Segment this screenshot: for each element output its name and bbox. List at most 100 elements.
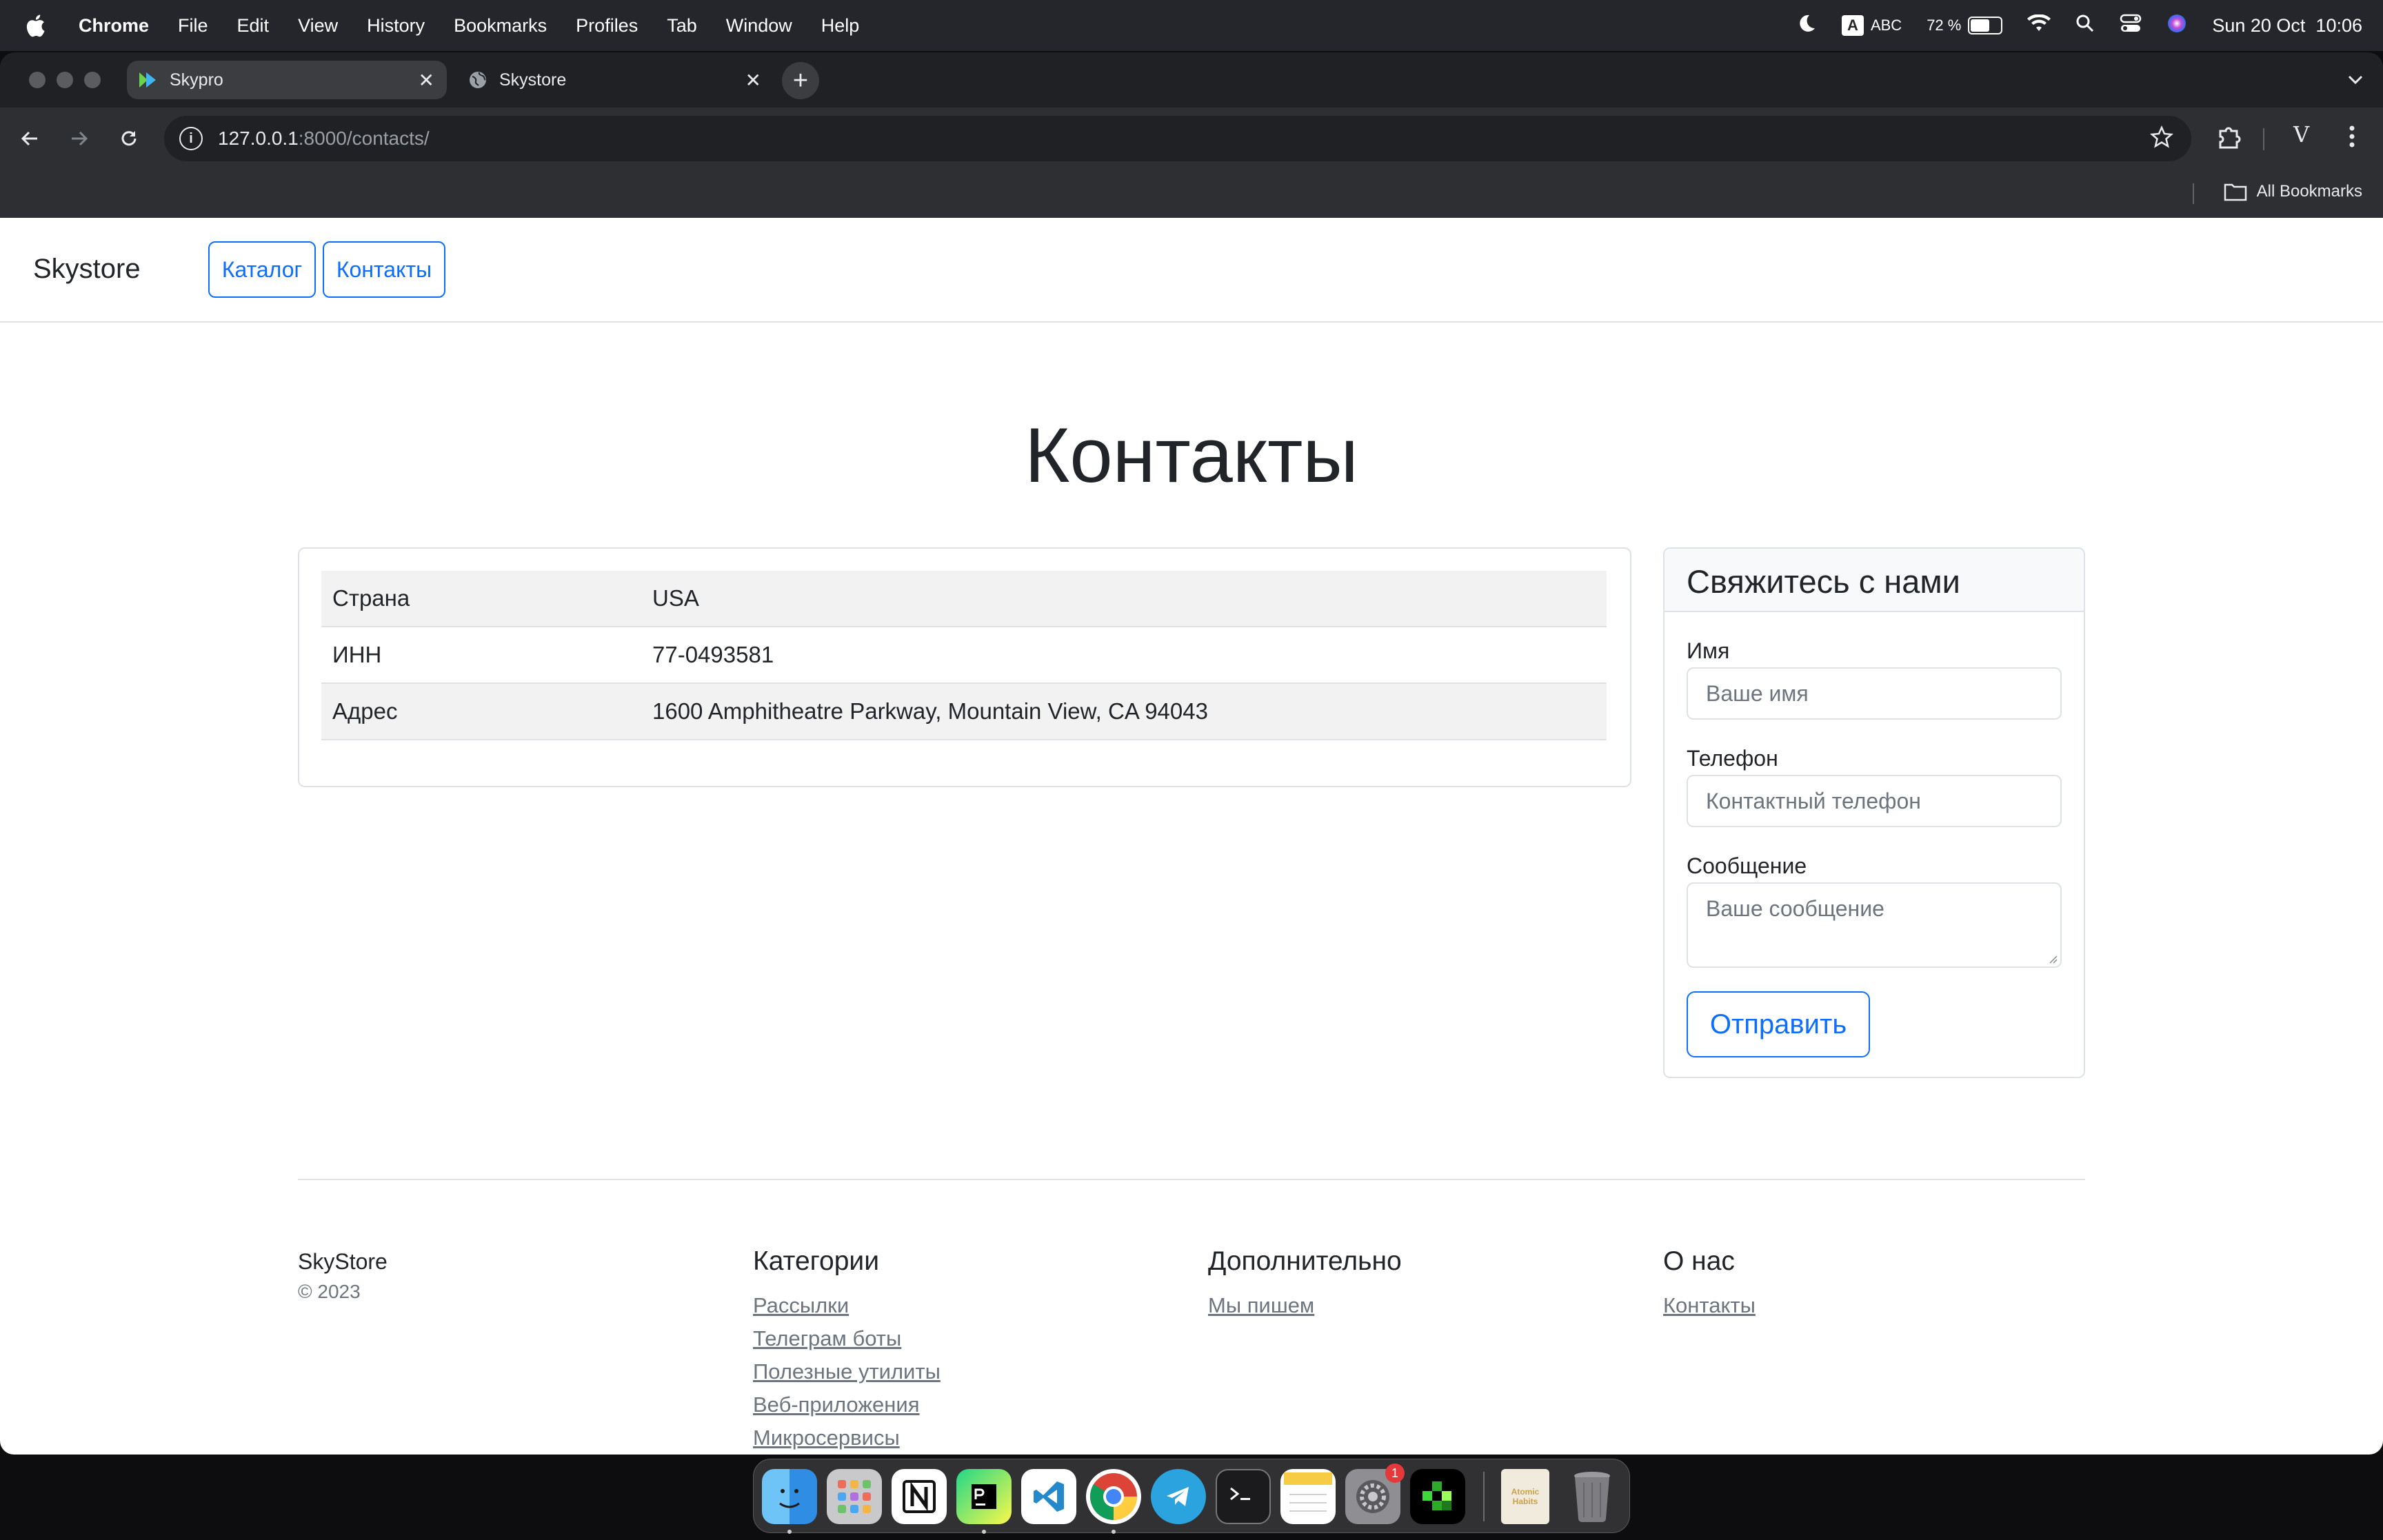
info-key: Страна — [321, 571, 641, 627]
new-tab-button[interactable]: + — [782, 62, 819, 99]
address-url[interactable]: 127.0.0.1:8000/contacts/ — [218, 128, 430, 150]
chrome-icon[interactable] — [1086, 1469, 1141, 1524]
running-indicator — [982, 1530, 986, 1534]
menu-app-name[interactable]: Chrome — [79, 15, 149, 37]
macos-menubar: Chrome File Edit View History Bookmarks … — [0, 0, 2383, 51]
tab-close-icon[interactable]: ✕ — [419, 69, 434, 92]
control-center-icon[interactable] — [2120, 14, 2142, 38]
table-row: Страна USA — [321, 571, 1607, 627]
footer-link-web-apps[interactable]: Веб-приложения — [753, 1392, 920, 1417]
message-textarea[interactable]: Ваше сообщение — [1687, 882, 2062, 968]
green-app-icon[interactable] — [1410, 1469, 1465, 1524]
tab-strip: Skypro ✕ Skystore ✕ + — [0, 52, 2383, 108]
bookmark-star-icon[interactable] — [2149, 125, 2174, 155]
footer-link-contacts[interactable]: Контакты — [1663, 1293, 1756, 1318]
footer-divider — [298, 1179, 2085, 1180]
message-label: Сообщение — [1687, 853, 1807, 878]
site-info-icon[interactable]: i — [179, 127, 203, 150]
browser-toolbar: i 127.0.0.1:8000/contacts/ V — [0, 108, 2383, 170]
phone-input[interactable]: Контактный телефон — [1687, 775, 2062, 827]
menu-bookmarks[interactable]: Bookmarks — [454, 15, 547, 37]
menu-profiles[interactable]: Profiles — [576, 15, 638, 37]
footer-heading-additional: Дополнительно — [1208, 1246, 1402, 1276]
name-label: Имя — [1687, 638, 1730, 663]
telegram-icon[interactable] — [1151, 1469, 1206, 1524]
input-source-letter: A — [1842, 15, 1864, 36]
menu-window[interactable]: Window — [726, 15, 792, 37]
footer-link-mailings[interactable]: Рассылки — [753, 1293, 849, 1318]
folder-icon — [2224, 183, 2246, 201]
finder-icon[interactable] — [762, 1469, 817, 1524]
terminal-icon[interactable] — [1216, 1469, 1271, 1524]
siri-icon[interactable] — [2166, 13, 2187, 39]
launchpad-icon[interactable] — [827, 1469, 882, 1524]
table-row: ИНН 77-0493581 — [321, 627, 1607, 684]
profile-avatar[interactable]: V — [2293, 121, 2309, 148]
dock-separator — [1483, 1472, 1485, 1521]
footer-link-telegram-bots[interactable]: Телеграм боты — [753, 1326, 901, 1351]
footer-link-utilities[interactable]: Полезные утилиты — [753, 1359, 941, 1384]
menu-edit[interactable]: Edit — [237, 15, 270, 37]
page-title: Контакты — [1025, 412, 1358, 498]
menu-help[interactable]: Help — [821, 15, 860, 37]
contact-form-title: Свяжитесь с нами — [1687, 563, 1960, 600]
macos-dock: 1 Atomic Habits — [753, 1459, 1630, 1534]
input-source-menu[interactable]: A ABC — [1842, 15, 1902, 36]
resize-grip-icon[interactable] — [2048, 954, 2058, 964]
battery-percent: 72 % — [1927, 17, 1962, 34]
address-bar[interactable]: i 127.0.0.1:8000/contacts/ — [164, 116, 2191, 161]
tab-skystore[interactable]: Skystore ✕ — [456, 61, 774, 99]
submit-button[interactable]: Отправить — [1687, 991, 1870, 1057]
reload-icon[interactable] — [113, 123, 145, 154]
tab-search-chevron-icon[interactable] — [2347, 69, 2364, 90]
window-zoom-button[interactable] — [84, 72, 101, 88]
all-bookmarks-label: All Bookmarks — [2256, 182, 2362, 201]
footer-link-we-write[interactable]: Мы пишем — [1208, 1293, 1314, 1318]
message-placeholder: Ваше сообщение — [1706, 896, 1884, 921]
trash-icon[interactable] — [1565, 1469, 1620, 1524]
pycharm-icon[interactable] — [956, 1469, 1012, 1524]
window-close-button[interactable] — [29, 72, 46, 88]
all-bookmarks-button[interactable]: All Bookmarks — [2224, 182, 2362, 201]
window-minimize-button[interactable] — [57, 72, 73, 88]
book-document-icon[interactable]: Atomic Habits — [1501, 1469, 1549, 1524]
battery-status[interactable]: 72 % — [1927, 17, 2003, 34]
footer-brand: SkyStore — [298, 1249, 388, 1274]
bookmarks-divider — [2193, 183, 2194, 204]
site-brand[interactable]: Skystore — [33, 254, 141, 285]
url-path: :8000/contacts/ — [298, 128, 430, 149]
menu-file[interactable]: File — [178, 15, 208, 37]
menu-tab[interactable]: Tab — [667, 15, 697, 37]
apple-logo-icon[interactable] — [25, 0, 58, 51]
menu-view[interactable]: View — [298, 15, 338, 37]
back-arrow-icon[interactable] — [14, 123, 46, 154]
browser-window: Skypro ✕ Skystore ✕ + i 127.0.0.1:8000/c… — [0, 52, 2383, 218]
vscode-icon[interactable] — [1021, 1469, 1076, 1524]
name-input[interactable]: Ваше имя — [1687, 667, 2062, 720]
page-viewport: Skystore Каталог Контакты Контакты Стран… — [0, 218, 2383, 1455]
info-value: 77-0493581 — [641, 627, 1607, 684]
footer-link-microservices[interactable]: Микросервисы — [753, 1426, 900, 1450]
moon-icon[interactable] — [1796, 13, 1817, 39]
nav-contacts-link[interactable]: Контакты — [323, 241, 445, 298]
skypro-favicon-icon — [138, 70, 159, 90]
contact-form-header: Свяжитесь с нами — [1665, 549, 2084, 612]
spotlight-search-icon[interactable] — [2075, 14, 2095, 38]
info-key: Адрес — [321, 683, 641, 740]
wifi-icon[interactable] — [2027, 13, 2051, 37]
toolbar-divider — [2263, 128, 2264, 150]
notes-icon[interactable] — [1280, 1469, 1336, 1524]
menu-history[interactable]: History — [367, 15, 425, 37]
contact-info-table: Страна USA ИНН 77-0493581 Адрес 1600 Amp… — [321, 571, 1607, 740]
tab-close-icon[interactable]: ✕ — [745, 69, 761, 92]
extensions-puzzle-icon[interactable] — [2215, 123, 2242, 154]
menubar-clock[interactable]: Sun 20 Oct 10:06 — [2212, 15, 2362, 37]
nav-catalog-link[interactable]: Каталог — [208, 241, 316, 298]
tab-skypro[interactable]: Skypro ✕ — [127, 61, 447, 99]
contact-form-card: Свяжитесь с нами Имя Ваше имя Телефон Ко… — [1663, 547, 2085, 1078]
notion-icon[interactable] — [892, 1469, 947, 1524]
running-indicator — [1112, 1530, 1116, 1534]
chrome-menu-kebab-icon[interactable] — [2342, 123, 2362, 154]
forward-arrow-icon[interactable] — [63, 123, 95, 154]
footer-copyright: © 2023 — [298, 1281, 361, 1302]
